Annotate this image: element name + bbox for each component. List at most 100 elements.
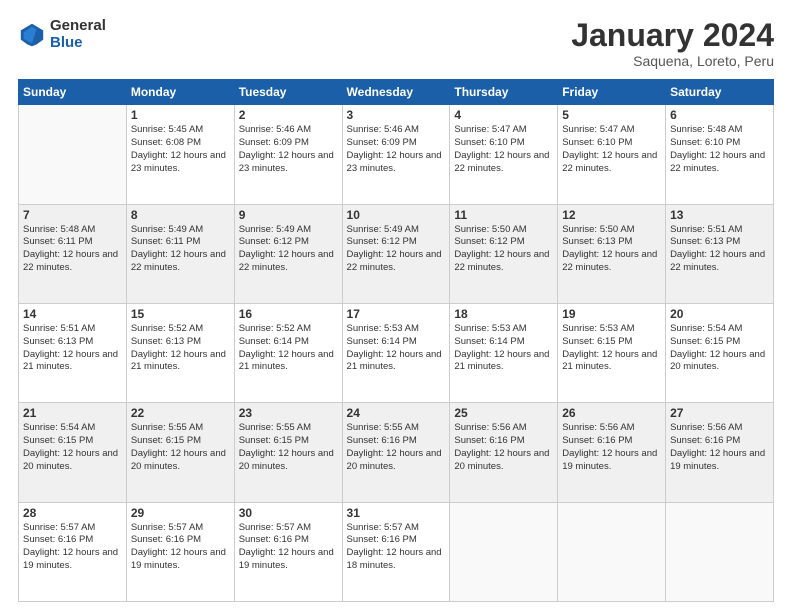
day-number: 7 [23,208,122,222]
day-number: 25 [454,406,553,420]
day-number: 21 [23,406,122,420]
day-number: 14 [23,307,122,321]
calendar-cell: 29 Sunrise: 5:57 AMSunset: 6:16 PMDayligh… [126,502,234,601]
calendar-cell: 11 Sunrise: 5:50 AMSunset: 6:12 PMDayligh… [450,204,558,303]
day-number: 1 [131,108,230,122]
day-number: 24 [347,406,446,420]
day-number: 22 [131,406,230,420]
day-number: 13 [670,208,769,222]
calendar-cell: 2 Sunrise: 5:46 AMSunset: 6:09 PMDaylight… [234,105,342,204]
day-info: Sunrise: 5:54 AMSunset: 6:15 PMDaylight:… [23,422,122,473]
day-info: Sunrise: 5:50 AMSunset: 6:13 PMDaylight:… [562,224,661,275]
day-number: 18 [454,307,553,321]
day-info: Sunrise: 5:55 AMSunset: 6:15 PMDaylight:… [239,422,338,473]
day-info: Sunrise: 5:46 AMSunset: 6:09 PMDaylight:… [239,124,338,175]
calendar-cell [666,502,774,601]
day-info: Sunrise: 5:55 AMSunset: 6:15 PMDaylight:… [131,422,230,473]
day-info: Sunrise: 5:52 AMSunset: 6:14 PMDaylight:… [239,323,338,374]
calendar-cell: 24 Sunrise: 5:55 AMSunset: 6:16 PMDayligh… [342,403,450,502]
day-info: Sunrise: 5:56 AMSunset: 6:16 PMDaylight:… [670,422,769,473]
day-number: 2 [239,108,338,122]
calendar-cell: 17Sunrise: 5:53 AMSunset: 6:14 PMDayligh… [342,303,450,402]
day-number: 8 [131,208,230,222]
col-tuesday: Tuesday [234,80,342,105]
day-info: Sunrise: 5:54 AMSunset: 6:15 PMDaylight:… [670,323,769,374]
calendar-week-row: 28 Sunrise: 5:57 AMSunset: 6:16 PMDayligh… [19,502,774,601]
day-number: 15 [131,307,230,321]
calendar-cell: 12 Sunrise: 5:50 AMSunset: 6:13 PMDayligh… [558,204,666,303]
calendar-cell: 13Sunrise: 5:51 AMSunset: 6:13 PMDayligh… [666,204,774,303]
day-info: Sunrise: 5:55 AMSunset: 6:16 PMDaylight:… [347,422,446,473]
day-info: Sunrise: 5:50 AMSunset: 6:12 PMDaylight:… [454,224,553,275]
calendar-week-row: 21 Sunrise: 5:54 AMSunset: 6:15 PMDayligh… [19,403,774,502]
day-info: Sunrise: 5:47 AMSunset: 6:10 PMDaylight:… [562,124,661,175]
day-info: Sunrise: 5:52 AMSunset: 6:13 PMDaylight:… [131,323,230,374]
day-info: Sunrise: 5:49 AMSunset: 6:12 PMDaylight:… [239,224,338,275]
col-friday: Friday [558,80,666,105]
day-number: 17 [347,307,446,321]
day-info: Sunrise: 5:45 AMSunset: 6:08 PMDaylight:… [131,124,230,175]
calendar-cell: 10Sunrise: 5:49 AMSunset: 6:12 PMDayligh… [342,204,450,303]
day-info: Sunrise: 5:46 AMSunset: 6:09 PMDaylight:… [347,124,446,175]
day-number: 29 [131,506,230,520]
main-title: January 2024 [571,18,774,53]
calendar-cell: 5 Sunrise: 5:47 AMSunset: 6:10 PMDaylight… [558,105,666,204]
day-info: Sunrise: 5:53 AMSunset: 6:14 PMDaylight:… [454,323,553,374]
calendar-cell: 22 Sunrise: 5:55 AMSunset: 6:15 PMDayligh… [126,403,234,502]
calendar-week-row: 1 Sunrise: 5:45 AMSunset: 6:08 PMDaylight… [19,105,774,204]
calendar-week-row: 7Sunrise: 5:48 AMSunset: 6:11 PMDaylight… [19,204,774,303]
day-number: 28 [23,506,122,520]
col-monday: Monday [126,80,234,105]
day-info: Sunrise: 5:53 AMSunset: 6:15 PMDaylight:… [562,323,661,374]
day-number: 30 [239,506,338,520]
day-number: 11 [454,208,553,222]
calendar-cell: 25Sunrise: 5:56 AMSunset: 6:16 PMDayligh… [450,403,558,502]
calendar-cell: 4 Sunrise: 5:47 AMSunset: 6:10 PMDaylight… [450,105,558,204]
day-number: 23 [239,406,338,420]
day-number: 27 [670,406,769,420]
calendar-cell: 31 Sunrise: 5:57 AMSunset: 6:16 PMDayligh… [342,502,450,601]
day-info: Sunrise: 5:49 AMSunset: 6:12 PMDaylight:… [347,224,446,275]
logo-text: General Blue [50,18,106,51]
calendar-cell: 6 Sunrise: 5:48 AMSunset: 6:10 PMDaylight… [666,105,774,204]
header: General Blue January 2024 Saquena, Loret… [18,18,774,69]
day-info: Sunrise: 5:56 AMSunset: 6:16 PMDaylight:… [562,422,661,473]
logo: General Blue [18,18,106,51]
calendar-cell: 9 Sunrise: 5:49 AMSunset: 6:12 PMDaylight… [234,204,342,303]
calendar-week-row: 14 Sunrise: 5:51 AMSunset: 6:13 PMDayligh… [19,303,774,402]
day-number: 12 [562,208,661,222]
day-info: Sunrise: 5:51 AMSunset: 6:13 PMDaylight:… [23,323,122,374]
day-info: Sunrise: 5:57 AMSunset: 6:16 PMDaylight:… [23,522,122,573]
day-number: 9 [239,208,338,222]
col-wednesday: Wednesday [342,80,450,105]
calendar-cell: 21 Sunrise: 5:54 AMSunset: 6:15 PMDayligh… [19,403,127,502]
calendar-cell: 8 Sunrise: 5:49 AMSunset: 6:11 PMDaylight… [126,204,234,303]
day-info: Sunrise: 5:57 AMSunset: 6:16 PMDaylight:… [347,522,446,573]
day-info: Sunrise: 5:47 AMSunset: 6:10 PMDaylight:… [454,124,553,175]
day-number: 4 [454,108,553,122]
calendar-cell: 16Sunrise: 5:52 AMSunset: 6:14 PMDayligh… [234,303,342,402]
calendar-cell: 1 Sunrise: 5:45 AMSunset: 6:08 PMDaylight… [126,105,234,204]
day-number: 19 [562,307,661,321]
calendar-cell [19,105,127,204]
calendar-cell: 18 Sunrise: 5:53 AMSunset: 6:14 PMDayligh… [450,303,558,402]
day-info: Sunrise: 5:57 AMSunset: 6:16 PMDaylight:… [131,522,230,573]
day-info: Sunrise: 5:48 AMSunset: 6:10 PMDaylight:… [670,124,769,175]
day-number: 5 [562,108,661,122]
calendar-cell: 23 Sunrise: 5:55 AMSunset: 6:15 PMDayligh… [234,403,342,502]
calendar-cell [450,502,558,601]
title-block: January 2024 Saquena, Loreto, Peru [571,18,774,69]
logo-icon [18,21,46,49]
calendar-cell [558,502,666,601]
day-number: 31 [347,506,446,520]
col-sunday: Sunday [19,80,127,105]
day-number: 20 [670,307,769,321]
calendar-cell: 20 Sunrise: 5:54 AMSunset: 6:15 PMDayligh… [666,303,774,402]
calendar-cell: 3 Sunrise: 5:46 AMSunset: 6:09 PMDaylight… [342,105,450,204]
day-number: 6 [670,108,769,122]
col-saturday: Saturday [666,80,774,105]
day-number: 3 [347,108,446,122]
day-info: Sunrise: 5:49 AMSunset: 6:11 PMDaylight:… [131,224,230,275]
calendar-cell: 15 Sunrise: 5:52 AMSunset: 6:13 PMDayligh… [126,303,234,402]
calendar-table: Sunday Monday Tuesday Wednesday Thursday… [18,79,774,602]
